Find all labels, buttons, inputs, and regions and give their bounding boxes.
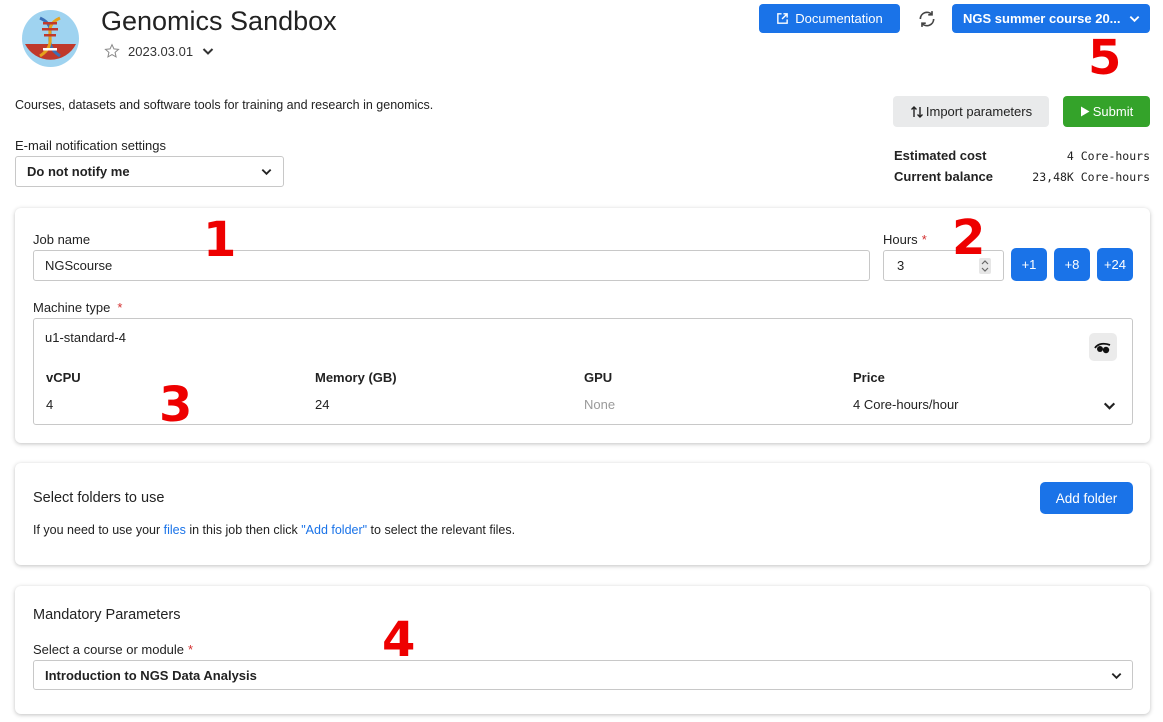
- documentation-label: Documentation: [795, 11, 883, 26]
- chevron-down-icon: [260, 165, 273, 181]
- project-label: NGS summer course 20...: [963, 11, 1121, 26]
- version-chevron-down-icon[interactable]: [201, 44, 215, 58]
- notification-value: Do not notify me: [27, 164, 130, 179]
- chevron-down-icon: [1110, 669, 1123, 685]
- machine-type-label: Machine type *: [33, 300, 122, 315]
- machine-required-mark: *: [117, 300, 123, 315]
- add-24-hours-button[interactable]: +24: [1097, 248, 1133, 281]
- refresh-icon[interactable]: [917, 9, 937, 29]
- gpu-value: None: [584, 397, 616, 412]
- app-title: Genomics Sandbox: [101, 6, 337, 36]
- folders-hint-suffix: to select the relevant files.: [367, 523, 516, 537]
- job-name-value: NGScourse: [45, 258, 113, 273]
- hours-label-text: Hours: [883, 232, 918, 247]
- project-selector[interactable]: NGS summer course 20...: [952, 4, 1150, 33]
- annotation-marker-4: 4: [382, 612, 416, 668]
- add-folder-quote: "Add folder": [301, 523, 368, 537]
- add-1-hour-button[interactable]: +1: [1011, 248, 1047, 281]
- machine-type-select[interactable]: [33, 318, 1133, 425]
- memory-header: Memory (GB): [315, 370, 397, 385]
- course-label: Select a course or module *: [33, 642, 193, 657]
- import-parameters-button[interactable]: Import parameters: [893, 96, 1049, 127]
- folders-card: [15, 463, 1150, 565]
- app-description: Courses, datasets and software tools for…: [15, 98, 434, 112]
- estimated-cost-label: Estimated cost: [894, 148, 987, 163]
- current-balance-label: Current balance: [894, 169, 993, 184]
- hours-label: Hours *: [883, 232, 927, 247]
- annotation-marker-2: 2: [952, 210, 986, 266]
- machine-type-value: u1-standard-4: [45, 330, 126, 345]
- hours-value: 3: [897, 258, 905, 273]
- price-header: Price: [853, 370, 885, 385]
- folders-hint-prefix: If you need to use your: [33, 523, 164, 537]
- folders-title: Select folders to use: [33, 490, 165, 506]
- mandatory-title: Mandatory Parameters: [33, 607, 181, 623]
- submit-button[interactable]: Submit: [1063, 96, 1150, 127]
- job-name-input[interactable]: NGScourse: [33, 250, 870, 281]
- vcpu-header: vCPU: [46, 370, 81, 385]
- annotation-marker-5: 5: [1088, 30, 1122, 86]
- documentation-button[interactable]: Documentation: [759, 4, 900, 33]
- vcpu-value: 4: [46, 397, 54, 412]
- version-label: 2023.03.01: [128, 44, 194, 59]
- external-link-icon: [776, 12, 789, 25]
- folders-hint: If you need to use your files in this jo…: [33, 523, 515, 537]
- annotation-marker-1: 1: [203, 212, 237, 268]
- add-folder-button[interactable]: Add folder: [1040, 482, 1133, 514]
- hours-input[interactable]: 3: [883, 250, 1004, 281]
- annotation-marker-3: 3: [159, 377, 193, 433]
- files-link[interactable]: files: [164, 523, 186, 537]
- add-8-hours-button[interactable]: +8: [1054, 248, 1090, 281]
- course-value: Introduction to NGS Data Analysis: [45, 667, 257, 683]
- chevron-down-icon: [1128, 12, 1141, 28]
- course-label-text: Select a course or module: [33, 642, 185, 657]
- sort-arrows-icon: [910, 105, 924, 119]
- favorite-star-icon[interactable]: [104, 43, 120, 59]
- hours-required-mark: *: [921, 232, 927, 247]
- current-balance-value: 23,48K Core-hours: [1032, 170, 1150, 184]
- memory-value: 24: [315, 397, 330, 412]
- import-label: Import parameters: [925, 104, 1033, 119]
- price-value: 4 Core-hours/hour: [853, 397, 959, 412]
- job-name-label: Job name: [33, 232, 91, 247]
- machine-logo-icon: [1089, 333, 1117, 361]
- app-logo: [22, 10, 79, 67]
- course-required-mark: *: [188, 642, 194, 657]
- estimated-cost-value: 4 Core-hours: [1066, 149, 1150, 163]
- machine-type-label-text: Machine type: [33, 300, 111, 315]
- notification-settings-label: E-mail notification settings: [15, 138, 167, 153]
- folders-hint-middle: in this job then click: [185, 523, 302, 537]
- submit-label: Submit: [1092, 104, 1134, 119]
- machine-chevron-down-icon[interactable]: [1102, 398, 1117, 413]
- play-icon: [1080, 106, 1090, 117]
- course-select[interactable]: Introduction to NGS Data Analysis: [33, 660, 1133, 690]
- notification-select[interactable]: Do not notify me: [15, 156, 284, 187]
- gpu-header: GPU: [584, 370, 613, 385]
